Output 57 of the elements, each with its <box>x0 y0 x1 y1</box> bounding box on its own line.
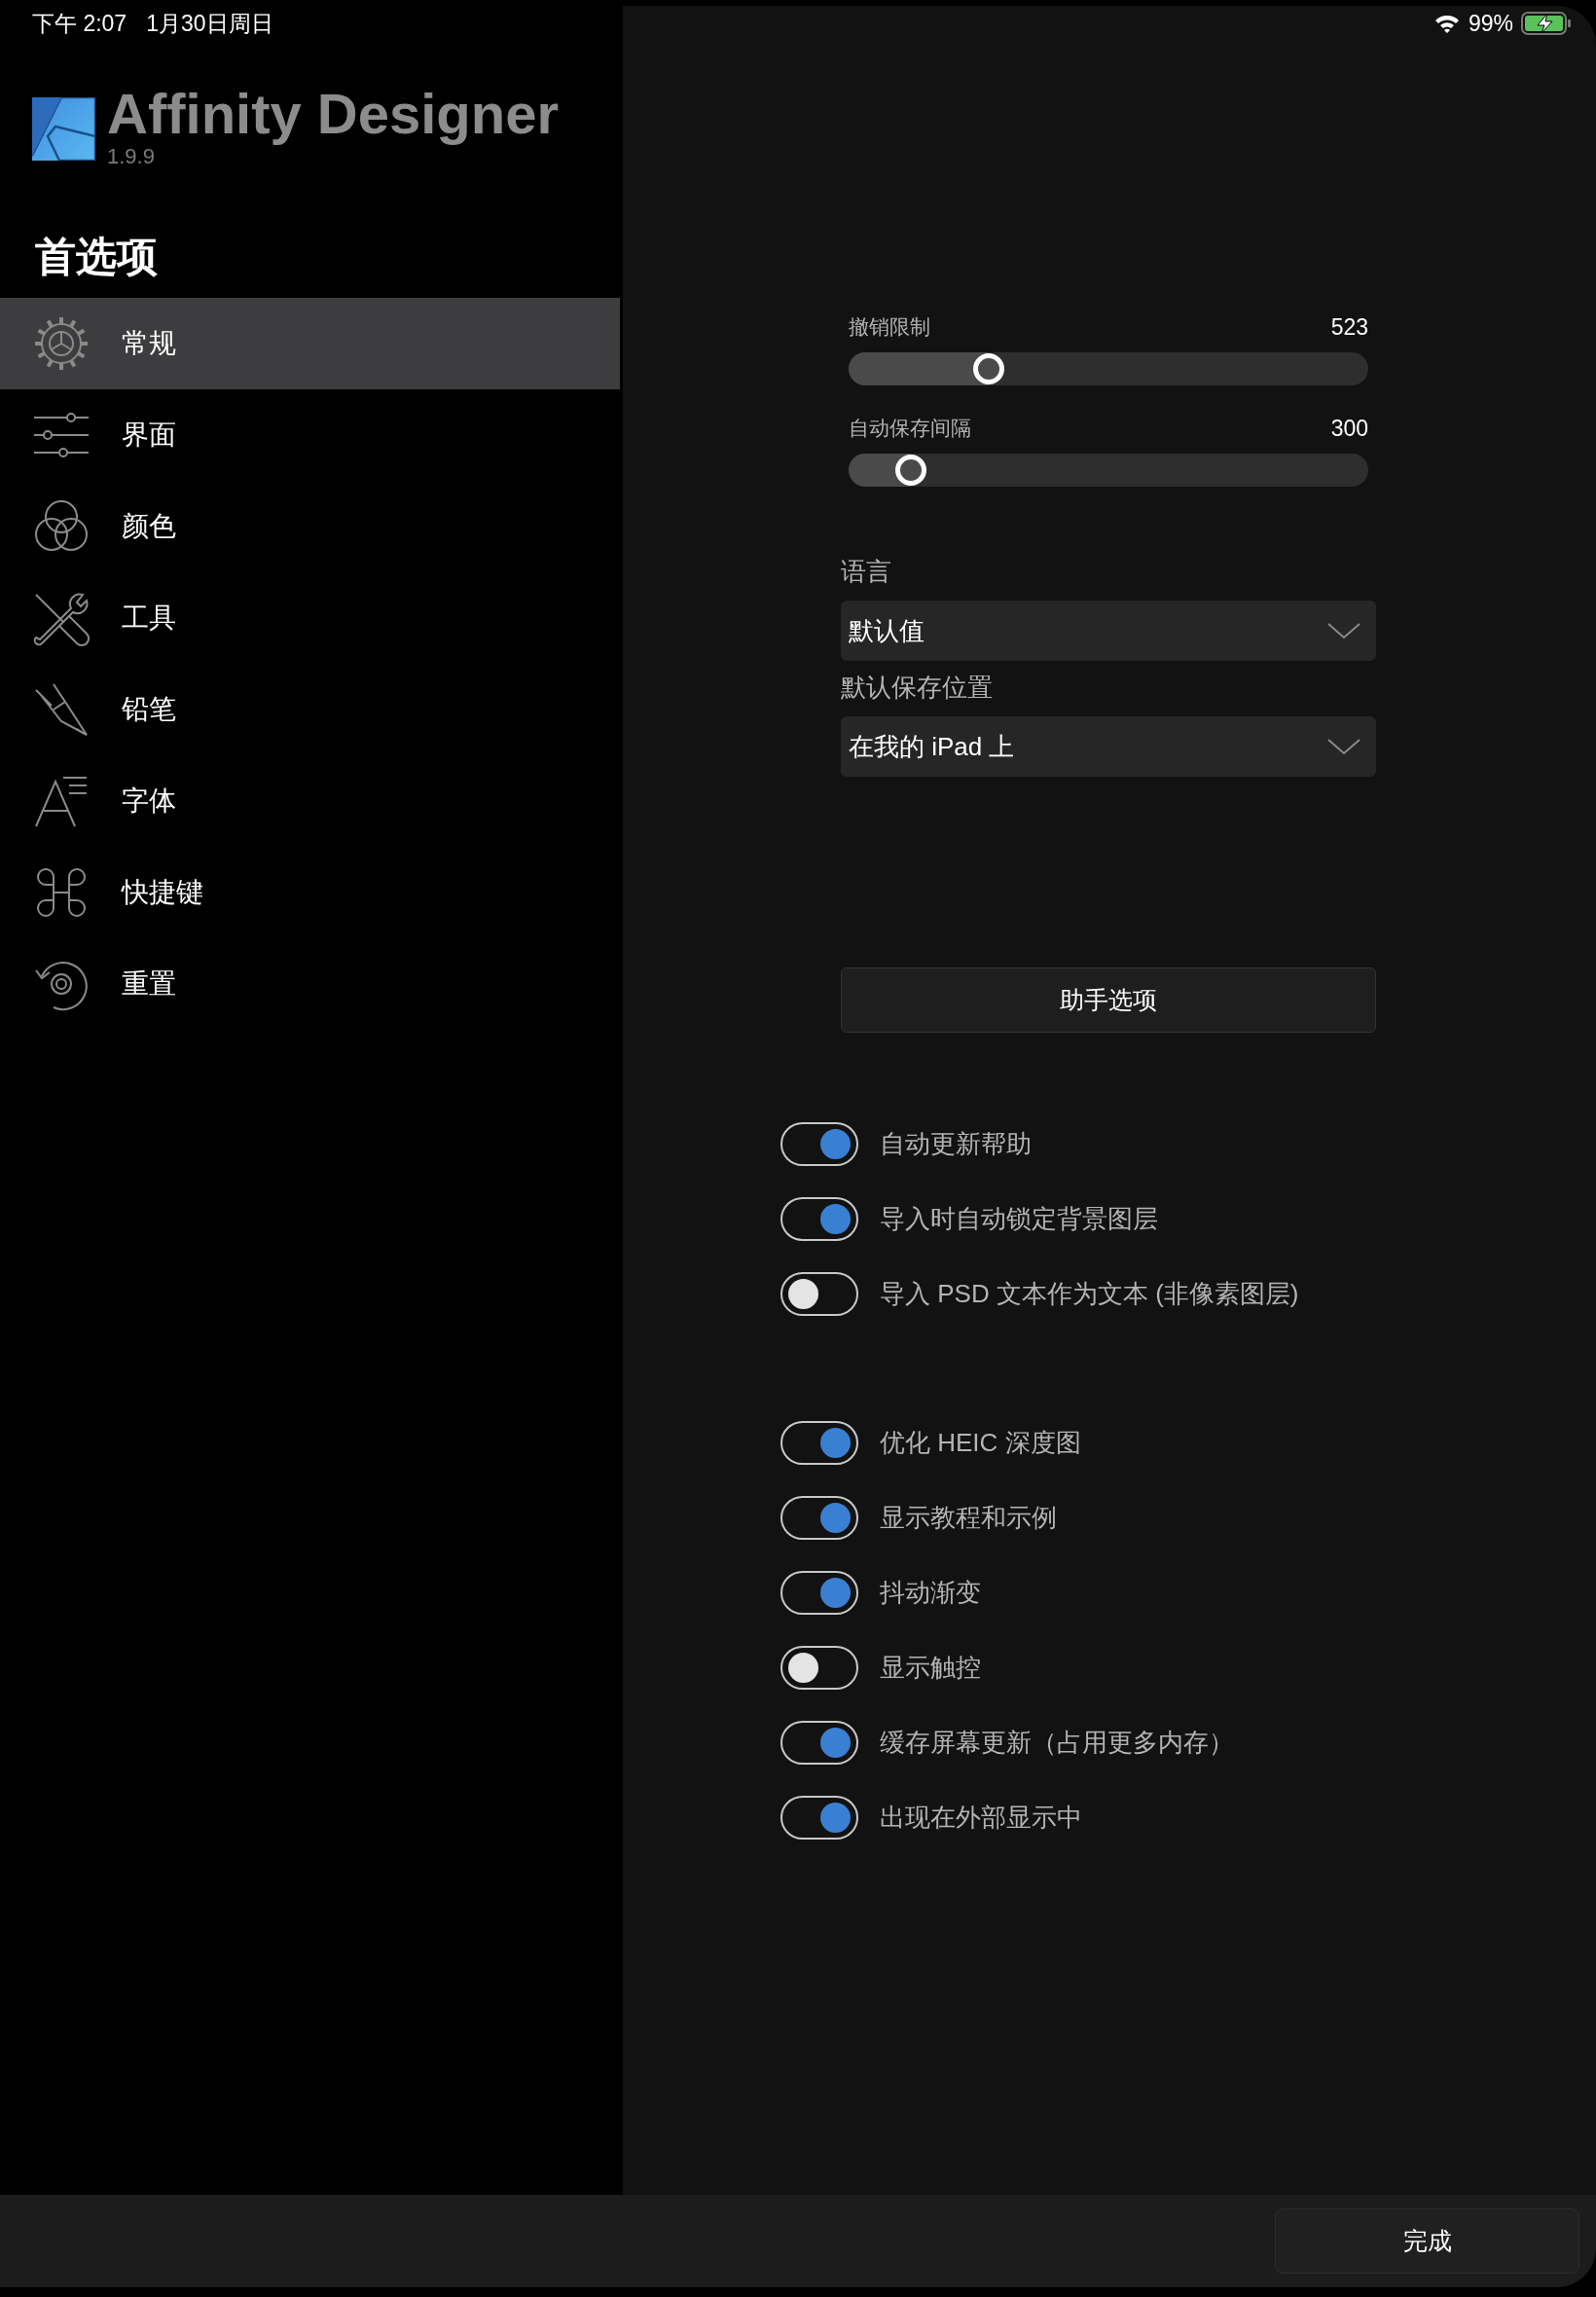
toggle-switch[interactable] <box>780 1571 858 1615</box>
sidebar-item-label: 工具 <box>122 602 176 635</box>
dropdown[interactable]: 在我的 iPad 上 <box>841 716 1376 777</box>
toggle-switch[interactable] <box>780 1796 858 1840</box>
status-time: 下午 2:07 <box>32 9 127 38</box>
status-date: 1月30日周日 <box>146 9 273 38</box>
toggle-label: 导入 PSD 文本作为文本 (非像素图层) <box>880 1278 1299 1310</box>
toggle-label: 自动更新帮助 <box>880 1128 1032 1160</box>
app-version: 1.9.9 <box>107 144 155 169</box>
sidebar-item-label: 界面 <box>122 419 176 452</box>
done-button[interactable]: 完成 <box>1275 2208 1579 2274</box>
battery-percent: 99% <box>1468 10 1513 37</box>
slider-thumb[interactable] <box>973 353 1005 384</box>
sidebar-item[interactable]: 工具 <box>0 572 620 664</box>
toggle-switch[interactable] <box>780 1646 858 1690</box>
sidebar-item-label: 颜色 <box>122 510 176 543</box>
sidebar-item[interactable]: 字体 <box>0 755 620 847</box>
toggle-switch[interactable] <box>780 1272 858 1316</box>
toggle-label: 出现在外部显示中 <box>880 1802 1082 1834</box>
slider-label: 自动保存间隔 <box>849 416 971 441</box>
toggle-label: 优化 HEIC 深度图 <box>880 1427 1081 1459</box>
chevron-down-icon <box>1327 738 1360 755</box>
slider-value: 523 <box>1330 314 1368 341</box>
toggle-switch[interactable] <box>780 1721 858 1765</box>
sidebar-item-label: 重置 <box>122 967 176 1001</box>
toggle-switch[interactable] <box>780 1496 858 1540</box>
slider-track[interactable] <box>849 454 1368 487</box>
assistant-options-button[interactable]: 助手选项 <box>841 967 1376 1033</box>
sidebar-item-label: 铅笔 <box>122 693 176 726</box>
sidebar-title: 首选项 <box>34 233 159 281</box>
toggle-label: 显示触控 <box>880 1652 981 1684</box>
slider-label: 撤销限制 <box>849 314 930 340</box>
gear-icon <box>32 314 91 373</box>
slider-thumb[interactable] <box>895 455 927 486</box>
chevron-down-icon <box>1327 622 1360 639</box>
sidebar-item-label: 字体 <box>122 784 176 818</box>
sidebar-item[interactable]: 铅笔 <box>0 664 620 755</box>
dropdown-label: 默认保存位置 <box>841 672 994 704</box>
dropdown[interactable]: 默认值 <box>841 601 1376 661</box>
toggle-switch[interactable] <box>780 1197 858 1241</box>
sidebar-item-label: 常规 <box>122 327 176 360</box>
toggle-label: 缓存屏幕更新（占用更多内存） <box>880 1727 1234 1759</box>
sidebar-item-label: 快捷键 <box>122 876 203 909</box>
sidebar-item[interactable]: 常规 <box>0 298 620 389</box>
dropdown-label: 语言 <box>841 556 892 588</box>
sidebar-item[interactable]: 界面 <box>0 389 620 481</box>
toggle-label: 导入时自动锁定背景图层 <box>880 1203 1158 1235</box>
sidebar-item[interactable]: 重置 <box>0 938 620 1030</box>
slider-value: 300 <box>1330 416 1368 442</box>
toggle-switch[interactable] <box>780 1122 858 1166</box>
toggle-switch[interactable] <box>780 1421 858 1465</box>
sidebar-item[interactable]: 快捷键 <box>0 847 620 938</box>
app-logo-icon <box>32 97 95 161</box>
toggle-label: 抖动渐变 <box>880 1577 981 1609</box>
toggle-label: 显示教程和示例 <box>880 1502 1057 1534</box>
slider-track[interactable] <box>849 352 1368 385</box>
sidebar-item[interactable]: 颜色 <box>0 481 620 572</box>
